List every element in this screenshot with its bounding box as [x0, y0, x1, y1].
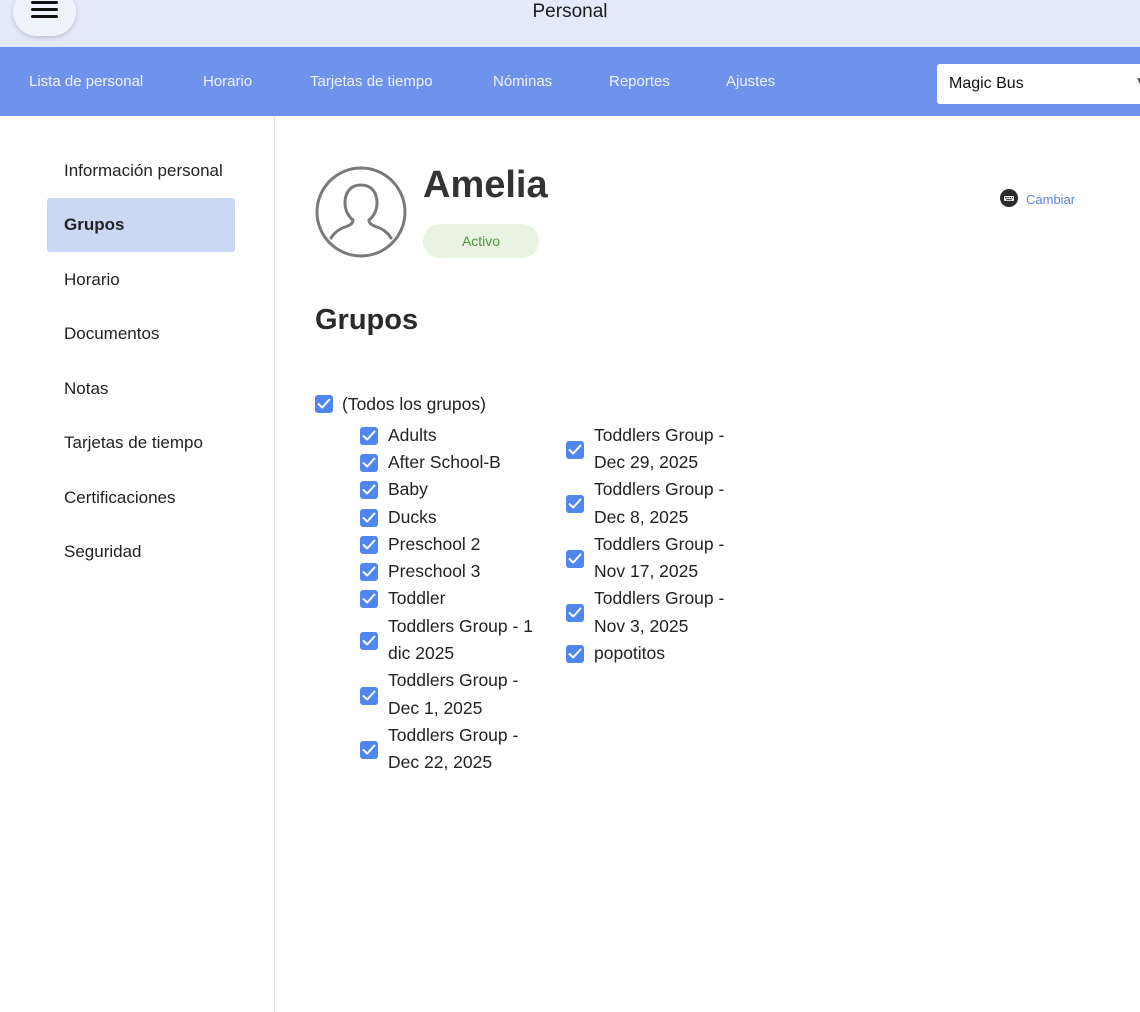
- checkbox-group[interactable]: [566, 550, 584, 568]
- nav-item-reports[interactable]: Reportes: [609, 73, 670, 90]
- group-label: Toddlers Group -: [594, 534, 725, 554]
- checkbox-group[interactable]: [360, 632, 378, 650]
- nav-item-settings[interactable]: Ajustes: [726, 73, 775, 90]
- checkbox-group[interactable]: [566, 495, 584, 513]
- group-label-date: Dec 1, 2025: [388, 698, 483, 718]
- group-label: Toddlers Group -: [594, 425, 725, 445]
- sidebar-item-certifications[interactable]: Certificaciones: [47, 471, 235, 525]
- main-nav: Lista de personal Horario Tarjetas de ti…: [0, 47, 1140, 116]
- keyboard-icon: [1000, 189, 1018, 207]
- checkbox-group[interactable]: [360, 590, 378, 608]
- status-badge: Activo: [423, 224, 539, 258]
- group-label: Toddlers Group -: [388, 670, 519, 690]
- checkbox-group[interactable]: [360, 687, 378, 705]
- label-all-groups: (Todos los grupos): [342, 394, 486, 414]
- group-label: Toddlers Group - 1: [388, 616, 533, 636]
- checkbox-group[interactable]: [360, 427, 378, 445]
- group-label-date: Nov 17, 2025: [594, 561, 699, 581]
- checkbox-group[interactable]: [360, 509, 378, 527]
- person-name: Amelia: [423, 164, 548, 206]
- nav-item-time-cards[interactable]: Tarjetas de tiempo: [310, 73, 433, 90]
- groups-title: Grupos: [315, 304, 419, 336]
- group-label: Baby: [388, 479, 428, 499]
- title-bar: Personal: [0, 0, 1140, 47]
- group-label-date: Dec 29, 2025: [594, 452, 699, 472]
- group-label-date: dic 2025: [388, 643, 455, 663]
- sidebar-item-groups[interactable]: Grupos: [47, 198, 235, 252]
- nav-item-schedule[interactable]: Horario: [203, 73, 252, 90]
- group-label: popotitos: [594, 643, 666, 663]
- sidebar-item-schedule[interactable]: Horario: [47, 253, 235, 307]
- sidebar-item-security[interactable]: Seguridad: [47, 525, 235, 579]
- nav-item-payroll[interactable]: Nóminas: [493, 73, 552, 90]
- group-label: Toddlers Group -: [594, 479, 725, 499]
- group-label-date: Dec 8, 2025: [594, 507, 689, 527]
- change-label: Cambiar: [1026, 192, 1076, 207]
- checkbox-group[interactable]: [360, 536, 378, 554]
- chevron-down-icon: ▼: [1135, 76, 1140, 87]
- checkbox-all-groups[interactable]: [315, 395, 333, 413]
- checkbox-group[interactable]: [566, 645, 584, 663]
- site-select-value: Magic Bus: [949, 75, 1024, 92]
- checkbox-group[interactable]: [360, 563, 378, 581]
- sidebar-item-time-cards[interactable]: Tarjetas de tiempo: [47, 416, 235, 470]
- site-select[interactable]: Magic Bus ▼: [937, 64, 1140, 104]
- checkbox-group[interactable]: [360, 481, 378, 499]
- group-label: After School-B: [388, 452, 501, 472]
- checkbox-group[interactable]: [360, 741, 378, 759]
- checkbox-group[interactable]: [360, 454, 378, 472]
- group-label: Adults: [388, 425, 437, 445]
- group-label-date: Nov 3, 2025: [594, 616, 689, 636]
- group-label: Toddlers Group -: [388, 725, 519, 745]
- checkbox-group[interactable]: [566, 441, 584, 459]
- group-label: Preschool 3: [388, 561, 481, 581]
- group-label-date: Dec 22, 2025: [388, 752, 493, 772]
- group-label: Ducks: [388, 507, 437, 527]
- group-label: Toddlers Group -: [594, 588, 725, 608]
- user-outline-icon: [315, 166, 407, 258]
- app-title: Personal: [532, 1, 608, 22]
- sidebar-item-personal-info[interactable]: Información personal: [47, 144, 235, 198]
- sidebar-item-documents[interactable]: Documentos: [47, 307, 235, 361]
- group-label: Preschool 2: [388, 534, 481, 554]
- checkbox-group[interactable]: [566, 604, 584, 622]
- group-label: Toddler: [388, 588, 446, 608]
- sidebar-item-notes[interactable]: Notas: [47, 362, 235, 416]
- nav-item-staff-list[interactable]: Lista de personal: [29, 73, 143, 90]
